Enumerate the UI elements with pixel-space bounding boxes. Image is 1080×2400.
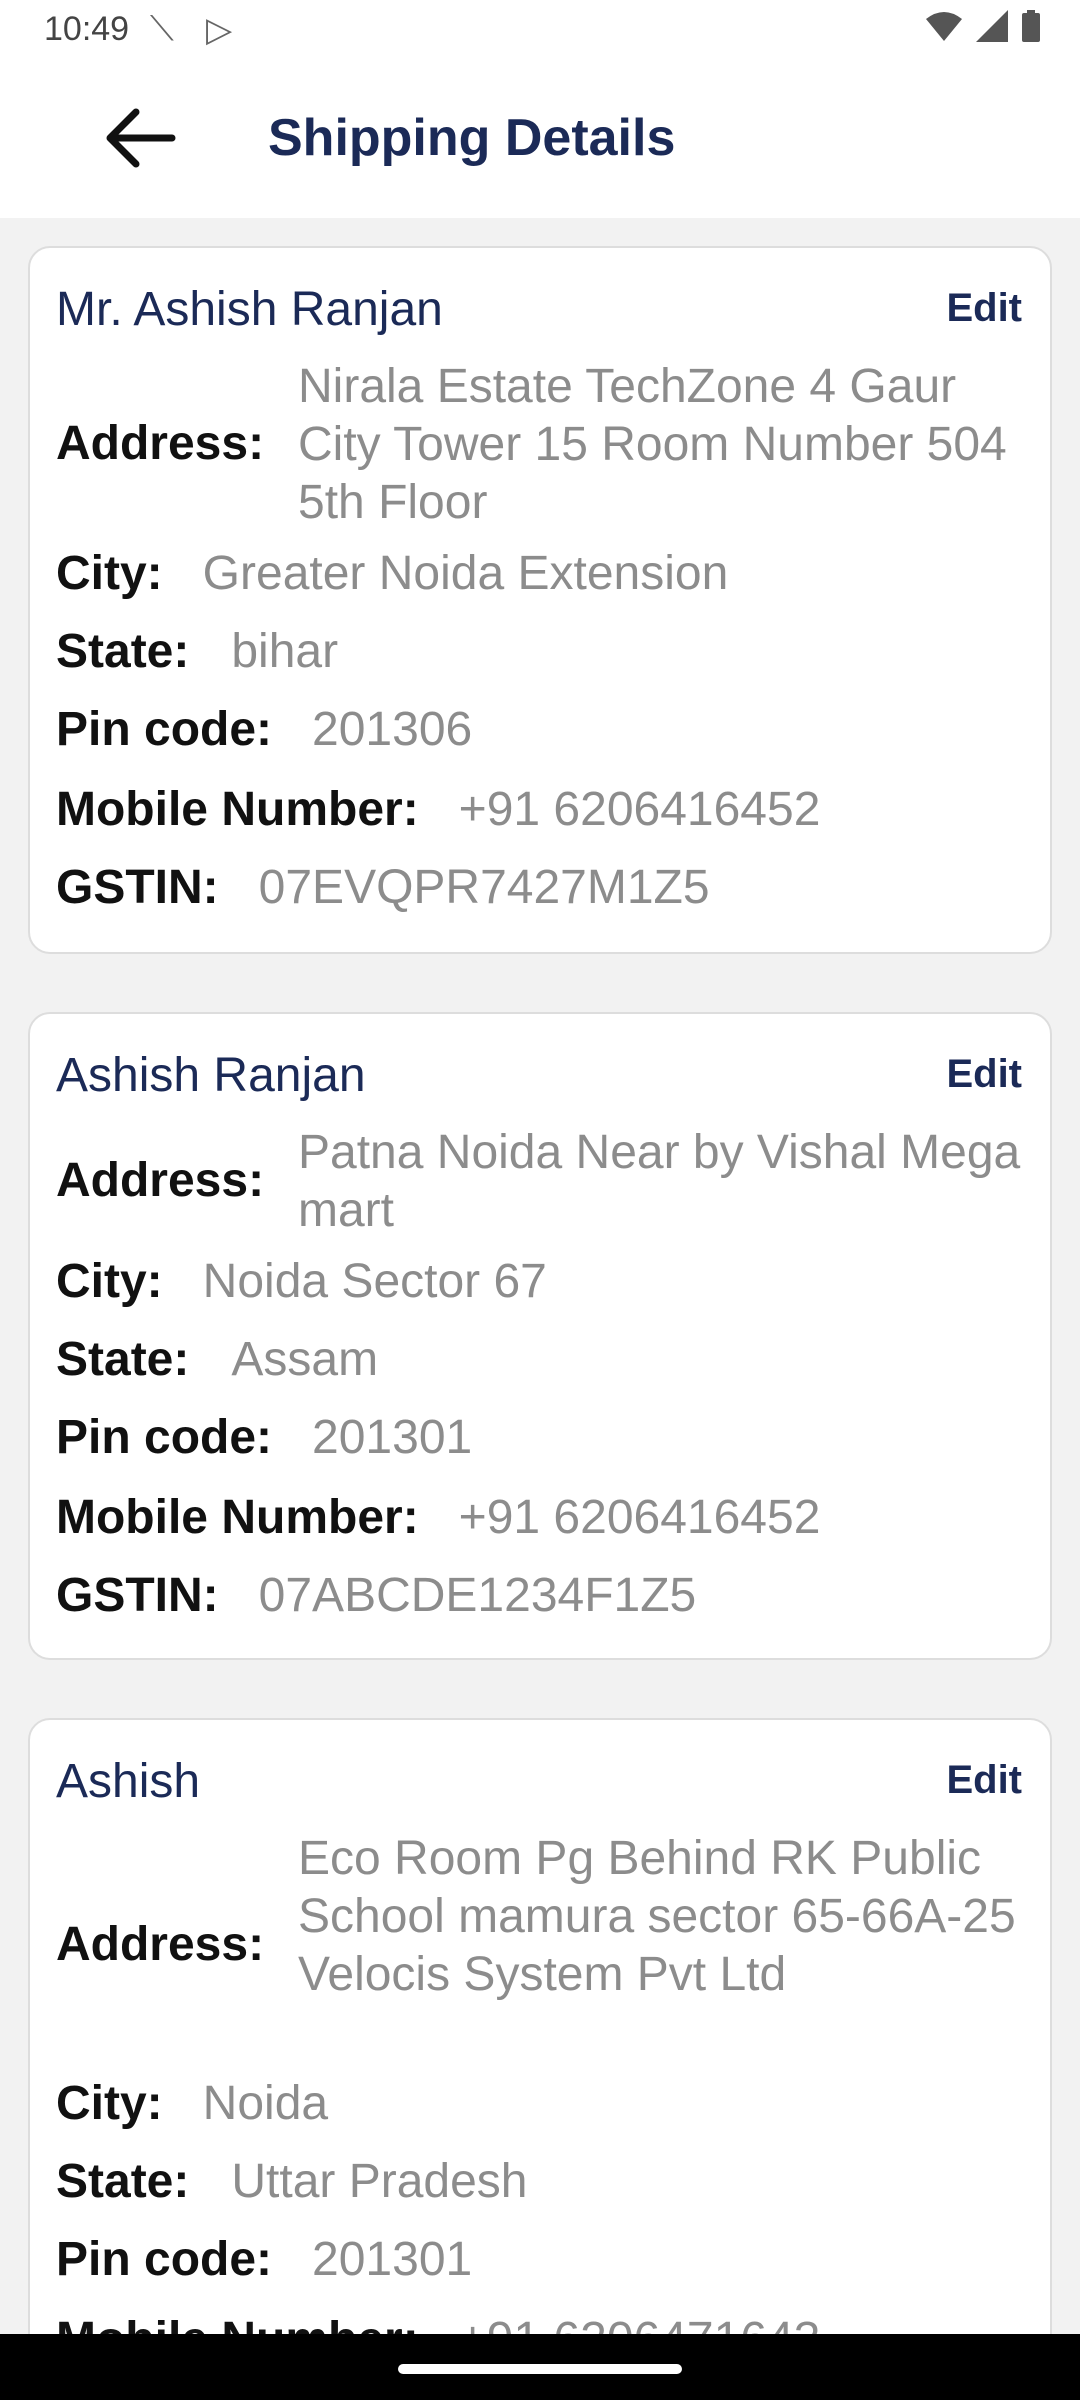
- pin-value: 201301: [312, 2233, 473, 2286]
- state-value: Uttar Pradesh: [231, 2155, 528, 2208]
- mobile-label: Mobile Number:: [56, 2312, 419, 2334]
- address-value: Nirala Estate TechZone 4 Gaur City Tower…: [298, 360, 1007, 529]
- system-nav-bar: [0, 2334, 1080, 2400]
- city-label: City:: [56, 2077, 163, 2130]
- pin-row: Pin code: 201301: [56, 2232, 1024, 2287]
- state-value: Assam: [231, 1333, 379, 1386]
- status-time: 10:49: [44, 10, 130, 48]
- address-card: Mr. Ashish Ranjan Edit Address: Nirala E…: [28, 246, 1052, 954]
- back-arrow-icon: [106, 108, 176, 168]
- city-row: City: Greater Noida Extension: [56, 546, 1024, 601]
- recipient-name: Ashish Ranjan: [56, 1049, 366, 1102]
- state-label: State:: [56, 1333, 190, 1386]
- state-value: bihar: [231, 625, 339, 678]
- app-bar: Shipping Details: [0, 62, 1080, 218]
- status-icons: [926, 10, 1040, 42]
- home-gesture-handle[interactable]: [398, 2364, 682, 2374]
- battery-icon: [1022, 10, 1040, 42]
- city-row: City: Noida Sector 67: [56, 1254, 1024, 1309]
- address-label: Address:: [56, 416, 265, 470]
- mobile-value: +91 6206416452: [458, 1491, 821, 1544]
- mobile-row: Mobile Number: +91 6206471643: [56, 2312, 1024, 2334]
- city-row: City: Noida: [56, 2076, 1024, 2131]
- mobile-row: Mobile Number: +91 6206416452: [56, 1490, 1024, 1545]
- gstin-label: GSTIN:: [56, 861, 219, 914]
- state-row: State: Assam: [56, 1332, 1024, 1387]
- mobile-row: Mobile Number: +91 6206416452: [56, 782, 1024, 837]
- address-value: Eco Room Pg Behind RK Public School mamu…: [298, 1832, 1016, 2001]
- play-store-icon: ▷: [206, 11, 233, 49]
- gstin-row: GSTIN: 07EVQPR7427M1Z5: [56, 860, 1024, 915]
- mobile-label: Mobile Number:: [56, 1491, 419, 1544]
- address-card: Ashish Ranjan Edit Address: Patna Noida …: [28, 1012, 1052, 1660]
- edit-button[interactable]: Edit: [946, 286, 1022, 331]
- address-card: Ashish Edit Address: Eco Room Pg Behind …: [28, 1718, 1052, 2334]
- pin-row: Pin code: 201306: [56, 702, 1024, 757]
- address-list[interactable]: Mr. Ashish Ranjan Edit Address: Nirala E…: [0, 218, 1080, 2334]
- state-row: State: bihar: [56, 624, 1024, 679]
- pin-label: Pin code:: [56, 2233, 273, 2286]
- state-label: State:: [56, 2155, 190, 2208]
- gstin-row: GSTIN: 07ABCDE1234F1Z5: [56, 1568, 1024, 1623]
- back-button[interactable]: [100, 98, 180, 178]
- recipient-name: Ashish: [56, 1755, 201, 1808]
- mobile-value: +91 6206416452: [458, 783, 821, 836]
- state-row: State: Uttar Pradesh: [56, 2154, 1024, 2209]
- wifi-icon: [926, 12, 962, 41]
- pin-row: Pin code: 201301: [56, 1410, 1024, 1465]
- mobile-value: +91 6206471643: [459, 2312, 821, 2334]
- pin-value: 201301: [312, 1411, 473, 1464]
- city-label: City:: [56, 547, 163, 600]
- address-label: Address:: [56, 1917, 265, 1971]
- gstin-value: 07EVQPR7427M1Z5: [258, 861, 710, 914]
- city-value: Greater Noida Extension: [202, 547, 729, 600]
- gstin-label: GSTIN:: [56, 1569, 219, 1622]
- signal-icon: [976, 10, 1008, 42]
- gstin-value: 07ABCDE1234F1Z5: [258, 1569, 697, 1622]
- address-label: Address:: [56, 1153, 265, 1207]
- city-value: Noida Sector 67: [202, 1255, 547, 1308]
- recipient-name: Mr. Ashish Ranjan: [56, 283, 443, 336]
- pin-label: Pin code:: [56, 1411, 273, 1464]
- edit-button[interactable]: Edit: [946, 1758, 1022, 1803]
- edit-button[interactable]: Edit: [946, 1052, 1022, 1097]
- page-title: Shipping Details: [268, 109, 676, 167]
- state-label: State:: [56, 625, 190, 678]
- address-value: Patna Noida Near by Vishal Mega mart: [298, 1126, 1021, 1237]
- city-value: Noida: [202, 2077, 329, 2130]
- city-label: City:: [56, 1255, 163, 1308]
- notification-icon: ⟍: [150, 10, 174, 48]
- mobile-label: Mobile Number:: [56, 783, 419, 836]
- pin-value: 201306: [312, 703, 473, 756]
- pin-label: Pin code:: [56, 703, 273, 756]
- status-bar: 10:49 ⟍ ▷: [0, 0, 1080, 62]
